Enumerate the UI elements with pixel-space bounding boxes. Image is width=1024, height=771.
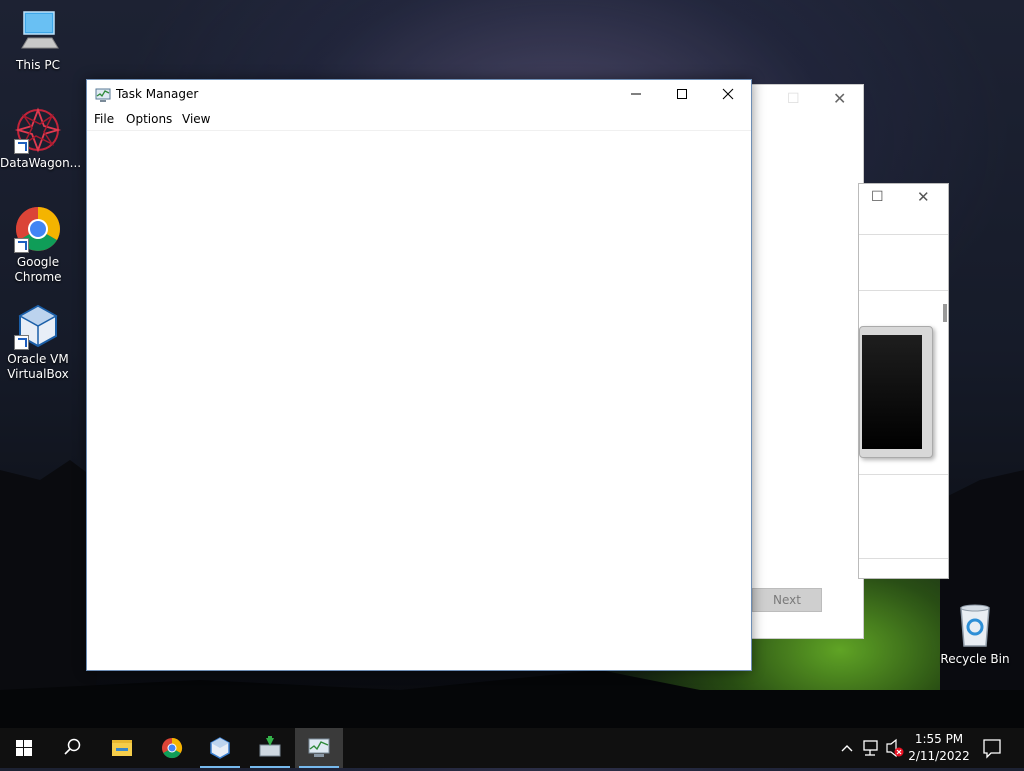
preview-screen (862, 335, 922, 449)
desktop-icon-label: This PC (16, 58, 60, 72)
desktop-icon-this-pc[interactable]: This PC (0, 8, 76, 73)
preview-frame (859, 326, 933, 458)
desktop-icon-label: Oracle VM VirtualBox (7, 352, 69, 381)
clock-date: 2/11/2022 (908, 749, 970, 763)
installer-icon (259, 736, 281, 757)
divider (859, 474, 948, 475)
folder-icon (112, 740, 132, 756)
desktop-icon-virtualbox[interactable]: Oracle VM VirtualBox (0, 302, 76, 382)
chevron-up-icon (841, 745, 853, 752)
recycle-bin-icon (951, 602, 999, 650)
scrollbar-thumb[interactable] (943, 304, 947, 322)
menu-options[interactable]: Options (126, 112, 172, 126)
close-icon[interactable]: ✕ (917, 188, 930, 206)
maximize-icon[interactable]: ☐ (787, 91, 800, 107)
next-button[interactable]: Next (752, 588, 822, 612)
notification-icon (983, 739, 1001, 759)
search-icon (64, 738, 81, 755)
task-manager-content (87, 131, 751, 669)
maximize-icon[interactable]: ☐ (871, 189, 884, 205)
virtualbox-icon (210, 737, 230, 759)
volume-muted-icon (886, 738, 904, 758)
divider (859, 558, 948, 559)
shortcut-arrow-icon (14, 335, 29, 350)
desktop-icon-label: DataWagon... (0, 156, 82, 170)
shortcut-arrow-icon (14, 238, 29, 253)
taskbar-chrome[interactable] (148, 728, 196, 768)
network-button[interactable] (860, 728, 882, 768)
network-icon (863, 740, 878, 756)
minimize-icon (631, 93, 641, 95)
desktop-icon-label: Recycle Bin (940, 652, 1010, 666)
desktop-icon-label: Google Chrome (14, 255, 62, 284)
close-icon[interactable]: ✕ (833, 89, 846, 108)
maximize-button[interactable] (659, 80, 705, 110)
show-hidden-icons-button[interactable] (838, 728, 856, 768)
menu-file[interactable]: File (94, 112, 114, 126)
start-button[interactable] (0, 728, 48, 768)
close-icon (722, 88, 734, 100)
background-window[interactable]: ☐ ✕ (748, 84, 864, 639)
clock[interactable]: 1:55 PM 2/11/2022 (906, 728, 972, 768)
desktop-icon-google-chrome[interactable]: Google Chrome (0, 205, 76, 285)
window-title: Task Manager (116, 87, 199, 101)
notifications-button[interactable] (978, 728, 1006, 768)
menu-bar: File Options View (87, 110, 751, 131)
virtualbox-icon (14, 302, 62, 350)
taskbar-task-manager[interactable] (295, 728, 343, 768)
taskbar-file-explorer[interactable] (98, 728, 146, 768)
title-bar[interactable]: Task Manager (87, 80, 751, 110)
menu-view[interactable]: View (182, 112, 210, 126)
task-manager-icon (95, 87, 111, 103)
windows-logo-icon (16, 740, 32, 756)
task-manager-icon (308, 738, 330, 757)
datawagon-logo-icon (14, 106, 62, 154)
computer-icon (14, 8, 62, 56)
volume-button[interactable] (884, 728, 906, 768)
task-manager-window[interactable]: Task Manager File Options View (86, 79, 752, 671)
maximize-icon (677, 89, 687, 99)
close-button[interactable] (705, 80, 751, 110)
divider (859, 290, 948, 291)
search-button[interactable] (48, 728, 96, 768)
desktop-icon-datawagon[interactable]: DataWagon... (0, 106, 82, 171)
desktop-icon-recycle-bin[interactable]: Recycle Bin (937, 602, 1013, 667)
taskbar-virtualbox[interactable] (196, 728, 244, 768)
chrome-icon (162, 737, 183, 759)
taskbar: 1:55 PM 2/11/2022 (0, 728, 1024, 768)
background-window-installer[interactable]: ☐ ✕ (858, 183, 949, 579)
divider (859, 234, 948, 235)
chrome-icon (14, 205, 62, 253)
taskbar-installer-app[interactable] (246, 728, 294, 768)
minimize-button[interactable] (613, 80, 659, 110)
shortcut-arrow-icon (14, 139, 29, 154)
clock-time: 1:55 PM (914, 732, 964, 746)
